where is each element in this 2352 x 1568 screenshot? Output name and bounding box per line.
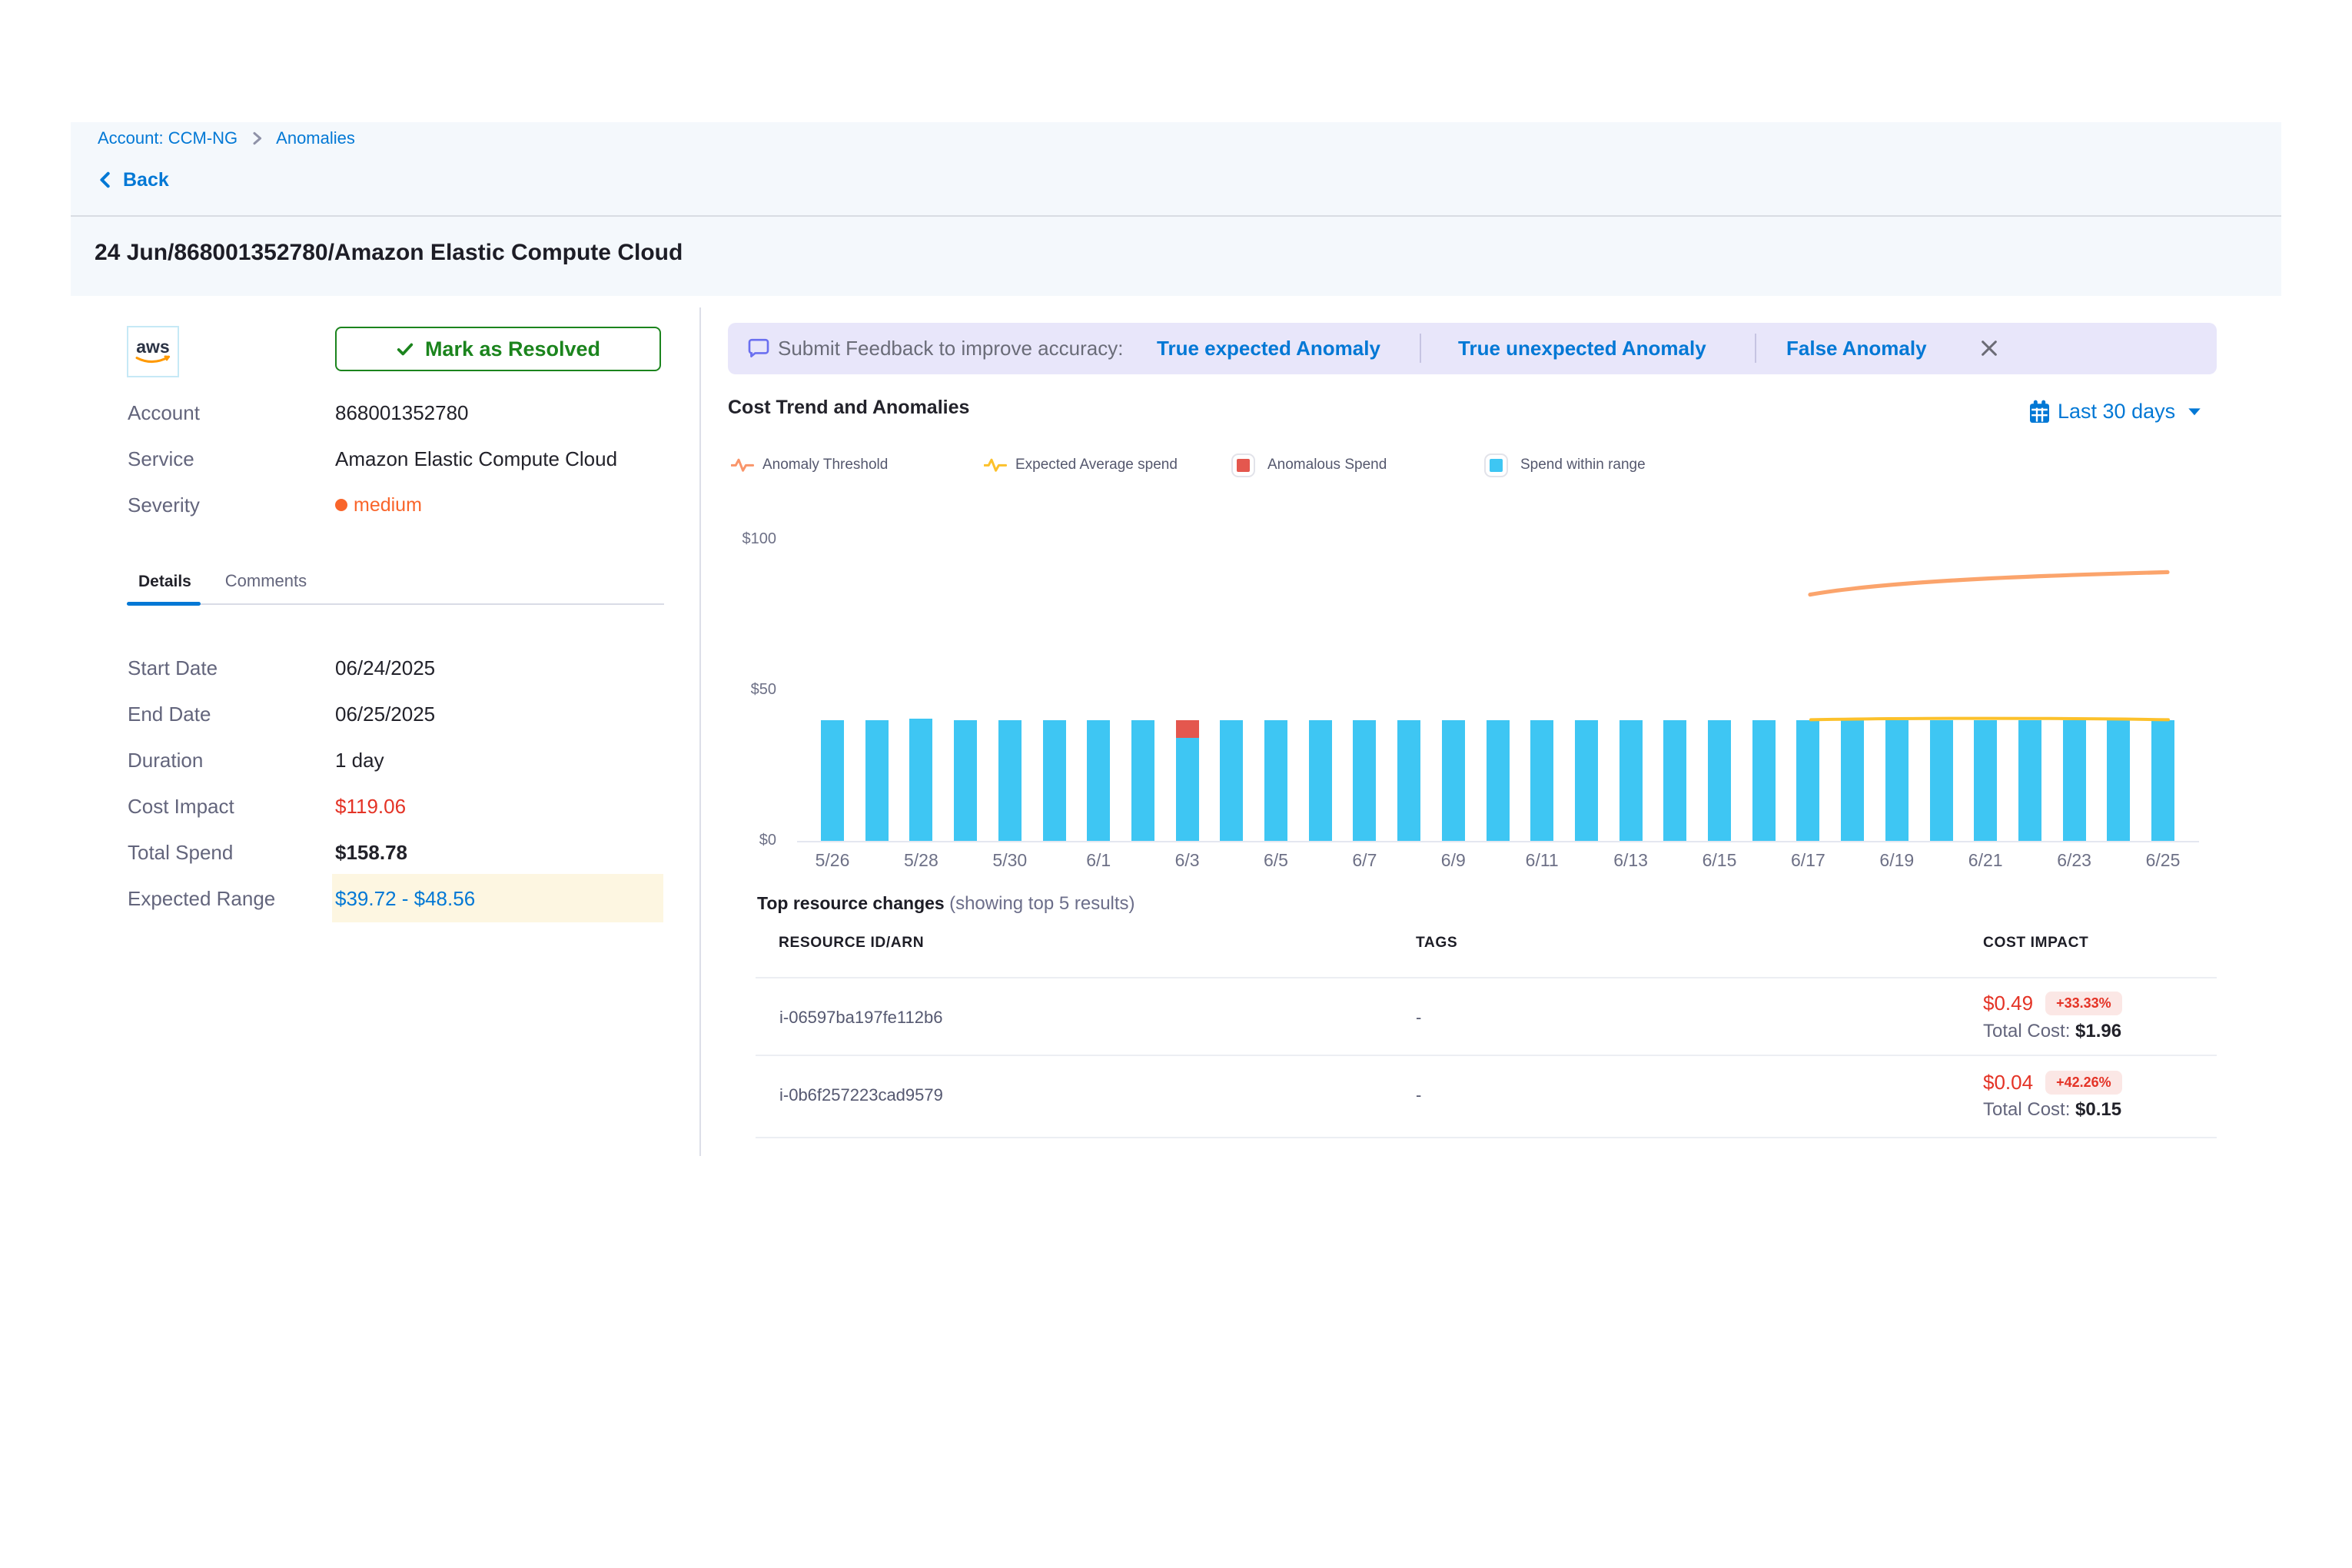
svg-text:aws: aws bbox=[136, 337, 169, 357]
